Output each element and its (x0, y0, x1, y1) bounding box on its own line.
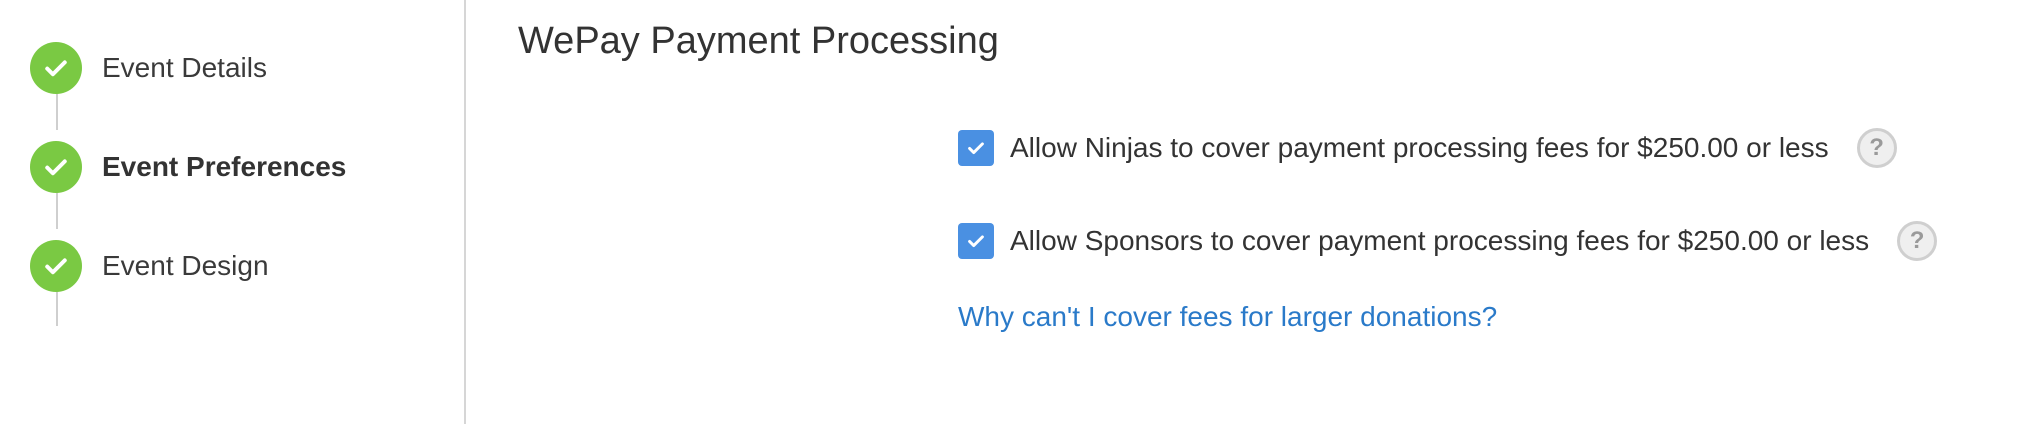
option-label: Allow Sponsors to cover payment processi… (1010, 225, 1870, 256)
check-icon (30, 240, 82, 292)
section-title: WePay Payment Processing (518, 20, 999, 62)
checkmark-icon (968, 142, 984, 155)
ninjas-cover-fees-checkbox[interactable] (958, 130, 994, 166)
help-icon[interactable]: ? (1856, 128, 1897, 168)
main-content: WePay Payment Processing Allow Ninjas to… (468, 0, 2022, 424)
option-label: Allow Ninjas to cover payment processing… (1010, 132, 1829, 163)
step-connector (56, 92, 58, 130)
step-label: Event Details (102, 52, 267, 83)
sponsors-cover-fees-checkbox[interactable] (958, 223, 994, 259)
step-label: Event Design (102, 250, 269, 281)
step-event-preferences[interactable]: Event Preferences (30, 141, 346, 193)
check-icon (30, 141, 82, 193)
step-event-details[interactable]: Event Details (30, 42, 267, 94)
option-sponsors-cover-fees: Allow Sponsors to cover payment processi… (958, 221, 1938, 261)
checkmark-icon (968, 235, 984, 248)
step-event-design[interactable]: Event Design (30, 240, 269, 292)
help-icon[interactable]: ? (1897, 221, 1938, 261)
step-connector (56, 290, 58, 326)
option-ninjas-cover-fees: Allow Ninjas to cover payment processing… (958, 128, 1897, 168)
step-connector (56, 191, 58, 229)
check-icon (30, 42, 82, 94)
step-label: Event Preferences (102, 151, 347, 182)
wizard-sidebar: Event Details Event Preferences Event De… (0, 0, 466, 424)
larger-donations-help-link[interactable]: Why can't I cover fees for larger donati… (958, 301, 1497, 333)
